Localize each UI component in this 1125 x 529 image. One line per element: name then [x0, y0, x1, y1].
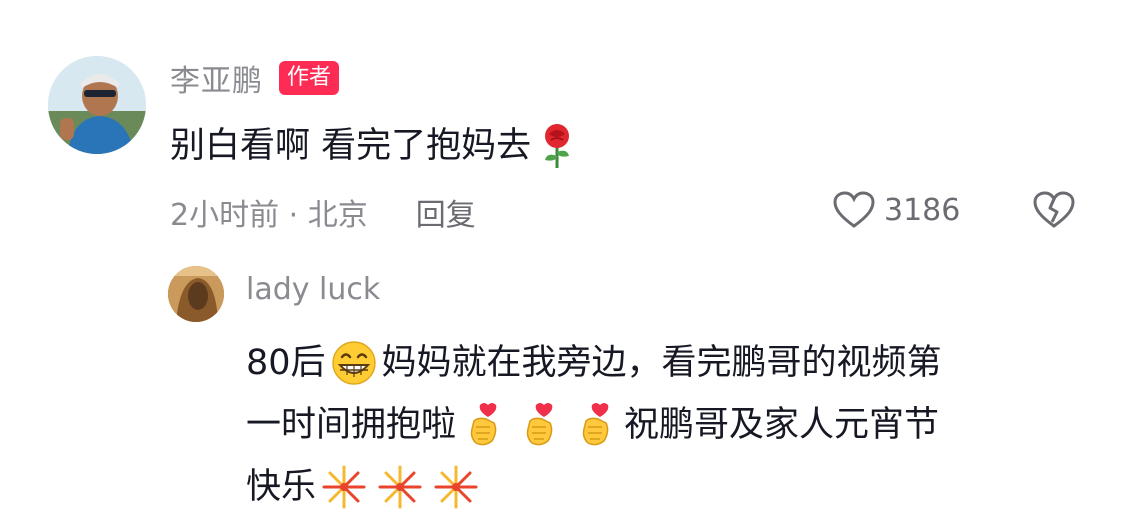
comment-meta: 2小时前 · 北京 回复 3186	[170, 190, 1080, 234]
dislike-button[interactable]	[1032, 190, 1076, 238]
rose-emoji-icon	[545, 124, 570, 168]
reply-author-name[interactable]: lady luck	[246, 272, 380, 307]
reply-body: 80后 妈妈就在我旁边，看完鹏哥的视频第 一时间拥抱啦 祝鹏哥及家人元宵节 快乐	[246, 332, 1086, 518]
reply-text-segment: 妈妈就在我旁边，看完鹏哥的视频第	[381, 343, 942, 383]
reply-text-segment: 祝鹏哥及家人元宵节	[624, 405, 940, 445]
finger-heart-emoji-icon	[582, 403, 609, 446]
author-row: 李亚鹏 作者	[170, 56, 340, 100]
comment-time-location: 2小时前 · 北京	[170, 198, 368, 233]
like-count: 3186	[884, 192, 961, 228]
reply-line: 一时间拥抱啦 祝鹏哥及家人元宵节	[246, 394, 1086, 456]
reply-button[interactable]: 回复	[416, 190, 476, 234]
finger-heart-emoji-icon	[526, 403, 553, 446]
author-avatar[interactable]	[48, 56, 146, 154]
fireworks-emoji-icon	[378, 465, 422, 509]
reply-line: 快乐	[246, 456, 1086, 518]
reply-avatar-image	[168, 266, 224, 322]
author-badge: 作者	[279, 61, 340, 95]
finger-heart-emoji-icon	[470, 403, 497, 446]
author-name[interactable]: 李亚鹏	[170, 56, 263, 100]
reply-line: 80后 妈妈就在我旁边，看完鹏哥的视频第	[246, 332, 1086, 394]
comment-text: 别白看啊 看完了抱妈去	[170, 126, 532, 166]
heart-outline-icon	[833, 191, 875, 228]
reply-text-segment: 一时间拥抱啦	[246, 405, 457, 445]
reply-text-segment: 80后	[246, 343, 326, 383]
reply-text-segment: 快乐	[246, 467, 317, 507]
avatar-image	[48, 56, 146, 154]
fireworks-emoji-icon	[434, 465, 478, 509]
broken-heart-icon	[1033, 191, 1075, 228]
comment-body: 别白看啊 看完了抱妈去	[170, 118, 577, 174]
grinning-face-emoji-icon	[331, 341, 376, 385]
fireworks-emoji-icon	[322, 465, 366, 509]
like-button[interactable]: 3186	[832, 190, 960, 230]
comment-thread: 李亚鹏 作者 别白看啊 看完了抱妈去 2小时前 · 北京 回复 3186 lad…	[0, 0, 1125, 529]
reply-author-avatar[interactable]	[168, 266, 224, 322]
